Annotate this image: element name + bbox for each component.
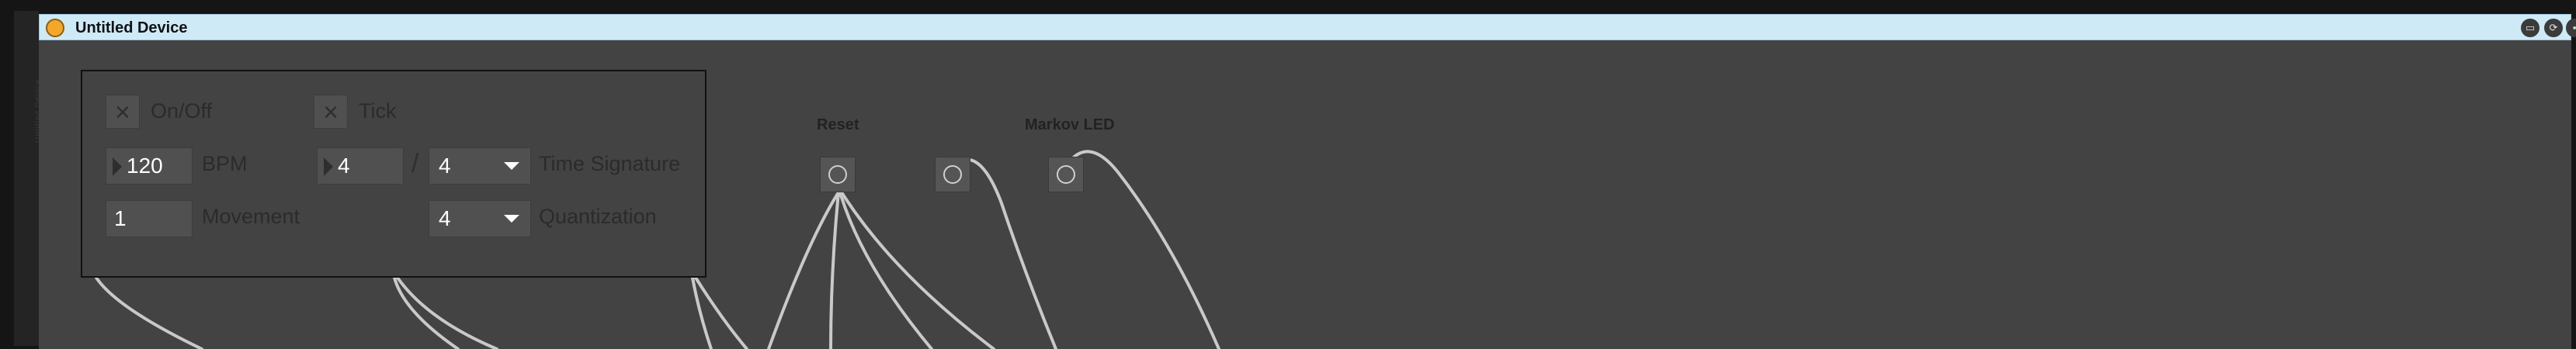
numerator-value: 4 — [338, 154, 350, 178]
time-signature-numerator[interactable]: 4 — [317, 147, 404, 185]
markov-led-label: Markov LED — [1025, 116, 1115, 133]
device-status-dot[interactable] — [46, 19, 64, 37]
quantization-label: Quantization — [539, 205, 657, 228]
transport-panel: × On/Off × Tick 120 BPM 4 / 4 Time Signa… — [81, 70, 706, 278]
movement-label: Movement — [202, 205, 300, 228]
patch-cord — [694, 276, 748, 349]
patch-cord — [840, 191, 995, 349]
time-signature-label: Time Signature — [539, 152, 681, 175]
chevron-down-icon — [504, 162, 519, 170]
quantization-menu[interactable]: 4 — [429, 200, 531, 237]
device-side-strip: Untitled Device — [14, 11, 43, 346]
patch-cord — [95, 276, 203, 349]
tick-toggle[interactable]: × — [314, 95, 348, 129]
button-ring-icon — [828, 165, 847, 184]
reset-label: Reset — [817, 116, 859, 133]
onoff-toggle[interactable]: × — [106, 95, 140, 129]
markov-led-button[interactable] — [1048, 157, 1084, 192]
time-signature-denominator-menu[interactable]: 4 — [429, 147, 531, 185]
patcher-canvas: × On/Off × Tick 120 BPM 4 / 4 Time Signa… — [39, 40, 2571, 349]
patch-cord — [767, 191, 840, 349]
number-box-arrow-icon — [113, 157, 122, 176]
bpm-value: 120 — [127, 154, 163, 178]
patch-cord — [829, 191, 840, 349]
hotswap-icon[interactable]: ⟳ — [2544, 19, 2563, 37]
movement-number-box[interactable]: 1 — [106, 200, 193, 237]
patch-cord — [1064, 150, 1220, 349]
quantization-value: 4 — [439, 206, 451, 230]
chevron-down-icon — [504, 215, 519, 223]
reset-button[interactable] — [820, 157, 856, 192]
movement-value: 1 — [114, 206, 127, 230]
save-icon[interactable]: ▪ — [2566, 19, 2576, 37]
patch-cord — [396, 276, 498, 349]
window-title: Untitled Device — [75, 19, 188, 36]
patch-cord — [838, 191, 933, 349]
button-ring-icon — [1057, 165, 1075, 184]
time-signature-slash: / — [411, 149, 419, 178]
bpm-number-box[interactable]: 120 — [106, 147, 193, 185]
denominator-value: 4 — [439, 154, 451, 178]
window-icon[interactable]: ▭ — [2521, 19, 2540, 37]
device-window: Untitled Device ▭ ⟳ ▪ × On/Off × Tick 12… — [39, 14, 2576, 349]
tick-label: Tick — [359, 99, 397, 123]
bpm-label: BPM — [202, 152, 248, 175]
onoff-label: On/Off — [151, 99, 213, 123]
number-box-arrow-icon — [324, 157, 333, 176]
title-bar[interactable]: Untitled Device ▭ ⟳ ▪ — [39, 14, 2576, 40]
bang-button[interactable] — [935, 157, 970, 192]
button-ring-icon — [943, 165, 962, 184]
